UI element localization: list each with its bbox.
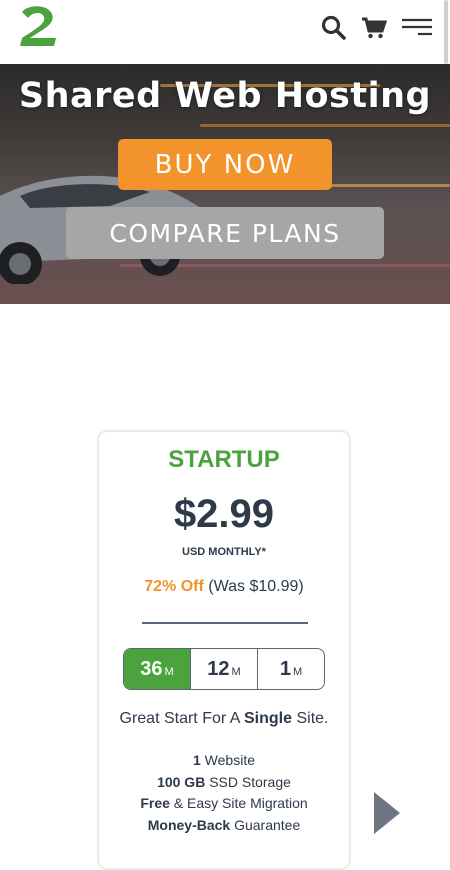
feature-item: Free & Easy Site Migration [99,793,349,815]
site-header [0,0,450,64]
discount-was: (Was $10.99) [208,578,304,595]
term-selector: 36 M 12 M 1 M [123,648,325,690]
tagline-bold: Single [244,710,293,727]
chevron-right-icon[interactable] [372,790,402,836]
feature-text: & Easy Site Migration [169,795,308,811]
search-icon[interactable] [320,14,348,42]
feature-text: Guarantee [230,816,301,833]
term-unit: M [231,665,241,678]
menu-icon[interactable] [400,14,434,42]
feature-text: Website [200,752,255,768]
feature-item: Money-Back Guarantee [99,815,349,837]
feature-item: 1 Website [99,750,349,772]
term-1-month[interactable]: 1 M [257,649,324,689]
term-number: 12 [207,657,230,680]
feature-item: 100 GB SSD Storage [99,772,349,794]
price-note: USD MONTHLY* [182,546,266,558]
hero-banner: Shared Web Hosting BUY NOW COMPARE PLANS [0,64,450,304]
tagline-text: Site. [292,710,329,727]
discount-off: 72% Off [144,578,204,595]
term-unit: M [292,665,303,678]
plan-card-startup: STARTUP $2.99 USD MONTHLY* 72% Off (Was … [97,430,351,870]
term-number: 1 [279,657,291,680]
compare-plans-button[interactable]: COMPARE PLANS [66,207,384,259]
feature-text: SSD Storage [205,773,291,790]
light-streak [200,124,450,127]
hero-title: Shared Web Hosting [18,76,432,116]
feature-bold: 100 GB [157,773,206,790]
feature-bold: Free [140,795,170,811]
cart-icon[interactable] [360,14,388,42]
divider [142,622,308,624]
tagline-text: Great Start For A [119,710,244,727]
term-12-months[interactable]: 12 M [190,649,257,689]
plan-name: STARTUP [168,446,280,473]
term-number: 36 [140,657,163,680]
feature-list: 1 Website 100 GB SSD Storage Free & Easy… [99,750,349,836]
plan-price: $2.99 [173,492,275,536]
scrollbar[interactable] [444,0,448,64]
feature-bold: Money-Back [147,816,231,833]
buy-now-button[interactable]: BUY NOW [118,139,332,190]
discount-info: 72% Off (Was $10.99) [99,578,349,596]
plan-tagline: Great Start For A Single Site. [99,710,349,728]
term-unit: M [164,665,174,678]
feature-bold: 1 [192,752,201,768]
term-36-months[interactable]: 36 M [124,649,190,689]
a2-logo-icon[interactable] [16,4,58,48]
